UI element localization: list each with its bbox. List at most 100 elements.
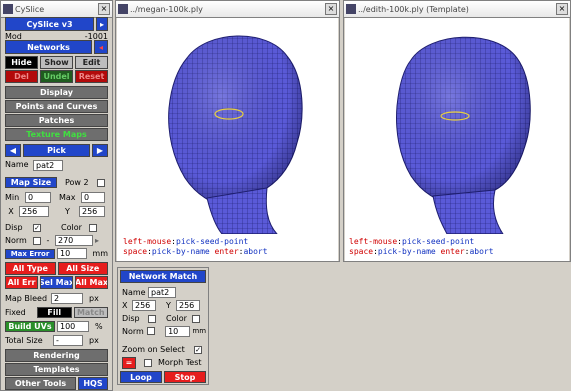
points-curves-section[interactable]: Points and Curves (5, 100, 108, 113)
pick-button[interactable]: Pick (23, 144, 90, 157)
version-menu-icon[interactable]: ▸ (96, 17, 108, 31)
color-label: Color (61, 223, 82, 232)
viewer1-close-icon[interactable]: × (325, 3, 337, 15)
x-field[interactable]: 256 (19, 206, 49, 217)
app-icon (3, 4, 13, 14)
viewer1-viewport[interactable]: left-mouse:pick-seed-point space:pick-by… (117, 18, 338, 261)
show-button[interactable]: Show (40, 56, 73, 69)
edit-button[interactable]: Edit (75, 56, 108, 69)
viewer1-key-enter: enter (214, 247, 239, 256)
max-field[interactable]: 0 (81, 192, 105, 203)
pow2-label: Pow 2 (65, 178, 89, 187)
reset-button[interactable]: Reset (75, 70, 108, 83)
viewer2-action-pickseed: pick-seed-point (402, 237, 475, 246)
min-field[interactable]: 0 (25, 192, 51, 203)
match-name-field[interactable]: pat2 (148, 286, 176, 298)
loop-button[interactable]: Loop (120, 371, 162, 383)
norm-increment-icon[interactable]: ▸ (95, 236, 99, 245)
morph-test-label: Morph Test (158, 358, 202, 367)
viewer1-titlebar[interactable]: ../megan-100k.ply × (116, 1, 339, 18)
build-uvs-field[interactable]: 100 (57, 321, 89, 332)
all-max-button[interactable]: All Max (75, 276, 108, 289)
version-button[interactable]: CySlice v3 (5, 17, 94, 31)
norm-field[interactable]: 270 (55, 235, 93, 246)
viewer1-action-abort: abort (243, 247, 268, 256)
viewer2-status-line1: left-mouse:pick-seed-point (349, 237, 475, 246)
viewer2-action-pickname: pick-by-name (377, 247, 436, 256)
viewer2-key-space: space (349, 247, 374, 256)
close-icon[interactable]: × (98, 3, 110, 15)
hide-button[interactable]: Hide (5, 56, 38, 69)
disp-checkbox[interactable]: ✓ (33, 223, 41, 232)
viewer1-action-pickname: pick-by-name (151, 247, 210, 256)
all-err-button[interactable]: All Err (5, 276, 38, 289)
map-size-button[interactable]: Map Size (5, 177, 57, 188)
zoom-on-select-checkbox[interactable]: ✓ (194, 345, 202, 354)
stop-button[interactable]: Stop (164, 371, 206, 383)
networks-collapse-icon[interactable]: ◂ (94, 40, 108, 54)
y-field[interactable]: 256 (79, 206, 105, 217)
undel-button[interactable]: Undel (40, 70, 73, 83)
name-field[interactable]: pat2 (33, 160, 63, 171)
sel-max-button[interactable]: Sel Max (40, 276, 73, 289)
match-norm-checkbox[interactable] (147, 327, 156, 335)
match-y-field[interactable]: 256 (176, 299, 200, 311)
patches-section[interactable]: Patches (5, 114, 108, 127)
rendering-section[interactable]: Rendering (5, 349, 108, 362)
disp-label: Disp (5, 223, 23, 232)
total-size-unit: px (89, 336, 99, 345)
pick-prev-icon[interactable]: ◀ (5, 144, 21, 157)
max-error-button[interactable]: Max Error (5, 248, 55, 259)
match-button[interactable]: Match (73, 307, 108, 318)
match-name-label: Name (122, 287, 146, 297)
match-x-field[interactable]: 256 (132, 299, 156, 311)
del-button[interactable]: Del (5, 70, 38, 83)
viewer2-viewport[interactable]: left-mouse:pick-seed-point space:pick-by… (345, 18, 569, 261)
match-norm-field[interactable]: 10 (165, 325, 191, 337)
other-tools-section[interactable]: Other Tools (5, 377, 76, 390)
network-match-header[interactable]: Network Match (120, 270, 206, 283)
total-size-label: Total Size (5, 336, 43, 345)
min-label: Min (5, 193, 20, 202)
templates-section[interactable]: Templates (5, 363, 108, 376)
color-checkbox[interactable] (89, 223, 97, 232)
viewer2-status-line2: space:pick-by-name enter:abort (349, 247, 494, 256)
viewer2-key-leftmouse: left-mouse (349, 237, 398, 246)
viewer2-close-icon[interactable]: × (556, 3, 568, 15)
match-color-checkbox[interactable] (192, 314, 200, 323)
fill-button[interactable]: Fill (37, 307, 72, 318)
build-uvs-button[interactable]: Build UVs (5, 321, 55, 332)
all-size-button[interactable]: All Size (57, 262, 108, 275)
max-error-field[interactable]: 10 (57, 248, 88, 259)
map-bleed-label: Map Bleed (5, 294, 48, 303)
match-norm-label: Norm (122, 326, 144, 336)
pick-next-icon[interactable]: ▶ (92, 144, 108, 157)
head-mesh-edith (396, 36, 531, 235)
all-type-button[interactable]: All Type (5, 262, 56, 275)
morph-test-checkbox[interactable] (144, 358, 152, 367)
match-disp-label: Disp (122, 314, 140, 323)
viewer-window-edith: ../edith-100k.ply (Template) × left-mous… (343, 0, 571, 262)
viewer1-key-leftmouse: left-mouse (123, 237, 172, 246)
match-x-label: X (122, 300, 128, 310)
hqs-button[interactable]: HQS (78, 377, 108, 390)
match-y-label: Y (166, 300, 171, 310)
network-match-panel: Network Match Name pat2 X 256 Y 256 Disp… (117, 267, 209, 385)
map-bleed-field[interactable]: 2 (51, 293, 83, 304)
networks-header[interactable]: Networks (5, 40, 92, 54)
y-label: Y (65, 207, 70, 216)
panel-titlebar[interactable]: CySlice × (1, 1, 112, 18)
norm-checkbox[interactable] (33, 236, 41, 245)
viewer1-app-icon (118, 4, 128, 14)
zoom-on-select-label: Zoom on Select (122, 345, 185, 354)
texture-maps-section[interactable]: Texture Maps (5, 128, 108, 141)
norm-decrement-icon[interactable]: - (43, 236, 53, 245)
display-section[interactable]: Display (5, 86, 108, 99)
panel-title: CySlice (15, 4, 45, 14)
viewer1-key-space: space (123, 247, 148, 256)
total-size-field[interactable]: - (53, 335, 83, 346)
pow2-checkbox[interactable] (96, 178, 105, 187)
viewer2-titlebar[interactable]: ../edith-100k.ply (Template) × (344, 1, 570, 18)
morph-minus-button[interactable]: = (122, 356, 136, 369)
match-disp-checkbox[interactable] (148, 314, 156, 323)
